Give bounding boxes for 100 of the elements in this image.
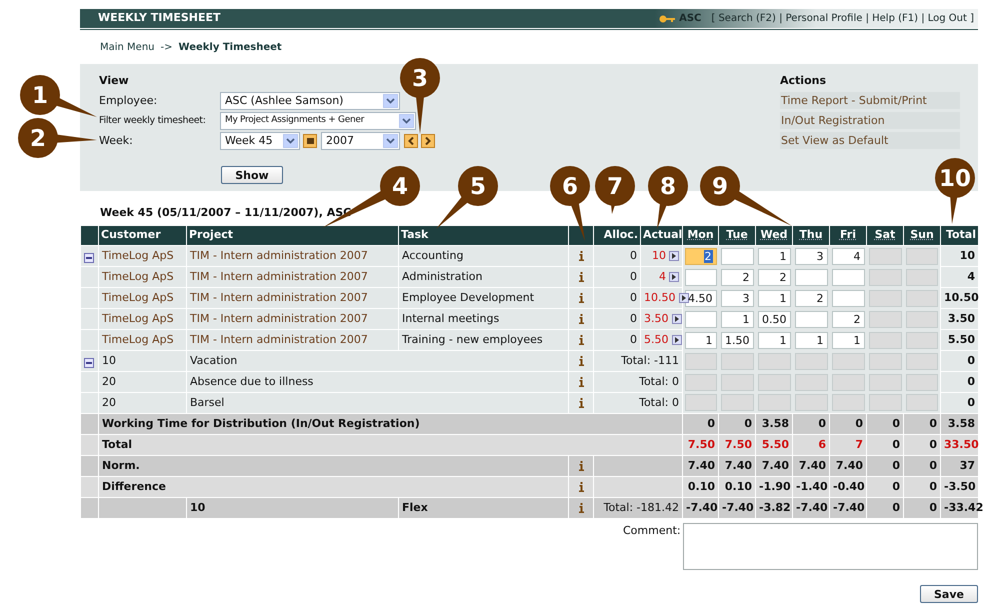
- hours-field[interactable]: 2: [720, 268, 754, 286]
- hours-field[interactable]: [794, 310, 828, 328]
- comment-field[interactable]: [683, 523, 978, 570]
- breadcrumb-link[interactable]: Main Menu: [100, 40, 155, 54]
- breadcrumb-arrow: ->: [160, 40, 173, 54]
- info-icon[interactable]: [578, 502, 584, 513]
- task-name: Accounting: [402, 248, 464, 262]
- collapse-icon[interactable]: [84, 252, 94, 263]
- summary-value: 6: [818, 438, 826, 451]
- info-icon[interactable]: [578, 250, 584, 261]
- expand-arrow-icon[interactable]: [672, 335, 682, 345]
- summary-value: -7.40: [833, 500, 865, 514]
- hours-field[interactable]: [685, 310, 716, 328]
- filter-select[interactable]: My Project Assignments + Gener: [220, 112, 416, 130]
- absence-code: 20: [102, 374, 116, 388]
- next-week-icon[interactable]: [421, 134, 435, 148]
- header-links[interactable]: [ Search (F2) | Personal Profile | Help (F1) | Log Out ]: [711, 11, 974, 26]
- info-icon[interactable]: [578, 292, 584, 303]
- window-title: WEEKLY TIMESHEET: [98, 10, 220, 26]
- hours-field[interactable]: 2: [758, 268, 790, 286]
- allocated-hours: 0: [630, 290, 637, 304]
- summary-value: 0: [892, 480, 900, 493]
- summary-value: 0: [929, 500, 937, 514]
- row-total: 10.50: [944, 290, 979, 304]
- summary-value: 0.10: [688, 480, 715, 493]
- task-name: Training - new employees: [402, 332, 543, 346]
- expand-arrow-icon[interactable]: [669, 272, 679, 282]
- week-label: Week:: [99, 132, 134, 149]
- hours-field[interactable]: 2: [685, 248, 716, 265]
- expand-arrow-icon[interactable]: [669, 251, 679, 261]
- info-icon[interactable]: [578, 376, 584, 387]
- info-icon[interactable]: [578, 398, 584, 408]
- summary-value: -7.40: [722, 500, 754, 514]
- absence-total-note: Total: 0: [639, 396, 679, 409]
- hours-field[interactable]: 1: [685, 332, 716, 348]
- hours-field[interactable]: 4: [832, 248, 864, 265]
- row-total: 3.50: [948, 312, 975, 325]
- hours-field[interactable]: 4.50: [685, 290, 716, 306]
- previous-week-icon[interactable]: [404, 134, 418, 148]
- calendar-icon[interactable]: [303, 134, 317, 148]
- employee-select[interactable]: ASC (Ashlee Samson): [220, 92, 400, 110]
- task-name: Internal meetings: [402, 312, 500, 325]
- row-total: 0: [967, 396, 975, 409]
- hours-field[interactable]: 1: [758, 290, 790, 306]
- hours-field[interactable]: 1: [720, 310, 754, 328]
- hours-field[interactable]: [832, 268, 864, 286]
- summary-label: Working Time for Distribution (In/Out Registration): [102, 416, 420, 430]
- hours-field[interactable]: 1: [794, 332, 828, 348]
- actual-hours: 10.50: [644, 290, 676, 306]
- hours-field[interactable]: 1: [758, 332, 790, 348]
- summary-value: 3.58: [948, 416, 975, 430]
- hours-field[interactable]: 1: [832, 332, 864, 348]
- info-icon[interactable]: [578, 356, 584, 366]
- info-icon[interactable]: [578, 460, 584, 471]
- action-link[interactable]: In/Out Registration: [780, 112, 960, 129]
- hours-field[interactable]: 3: [794, 248, 828, 265]
- show-button[interactable]: Show: [221, 166, 283, 184]
- hours-field[interactable]: [685, 268, 716, 286]
- hours-field[interactable]: 2: [832, 310, 864, 328]
- hours-field[interactable]: [794, 268, 828, 286]
- summary-value: -3.82: [759, 500, 791, 514]
- hours-field[interactable]: 1.50: [720, 332, 754, 348]
- info-icon[interactable]: [578, 482, 584, 492]
- summary-value: 0.10: [724, 480, 752, 493]
- hours-field[interactable]: 2: [794, 290, 828, 306]
- hours-field[interactable]: 3: [720, 290, 754, 306]
- action-link[interactable]: Set View as Default: [780, 132, 960, 149]
- expand-arrow-icon[interactable]: [672, 314, 682, 324]
- row-total: 4: [967, 270, 975, 283]
- allocated-hours: 0: [630, 332, 637, 346]
- hours-field[interactable]: [832, 290, 864, 306]
- allocated-hours: 0: [630, 270, 637, 283]
- week-select[interactable]: Week 45: [220, 132, 300, 150]
- actual-hours: 5.50: [644, 332, 668, 348]
- expand-arrow-icon[interactable]: [678, 293, 688, 303]
- user-code: ASC: [679, 12, 702, 26]
- year-select[interactable]: 2007: [321, 132, 400, 150]
- summary-value: 5.50: [762, 438, 789, 451]
- hours-field[interactable]: 1: [758, 248, 790, 265]
- flex-code: 10: [190, 500, 206, 514]
- hours-field[interactable]: [720, 248, 754, 265]
- info-icon[interactable]: [578, 334, 584, 345]
- summary-value: 7.50: [724, 438, 752, 451]
- flex-label: Flex: [402, 500, 428, 514]
- collapse-icon[interactable]: [84, 358, 94, 368]
- summary-value: 0: [892, 438, 900, 451]
- summary-value: 7.40: [724, 458, 752, 472]
- action-link[interactable]: Time Report - Submit/Print: [780, 92, 960, 109]
- comment-label: Comment:: [623, 523, 682, 539]
- summary-label: Difference: [102, 480, 166, 493]
- hours-field[interactable]: 0.50: [758, 310, 790, 328]
- summary-value: 0: [744, 416, 752, 430]
- task-name: Employee Development: [402, 290, 534, 304]
- info-icon[interactable]: [578, 314, 584, 324]
- absence-total-note: Total: -111: [621, 354, 679, 367]
- info-icon[interactable]: [578, 272, 584, 282]
- save-button[interactable]: Save: [920, 585, 978, 603]
- breadcrumb-current: Weekly Timesheet: [178, 40, 282, 54]
- absence-code: 10: [102, 354, 116, 367]
- summary-value: -1.40: [796, 480, 828, 493]
